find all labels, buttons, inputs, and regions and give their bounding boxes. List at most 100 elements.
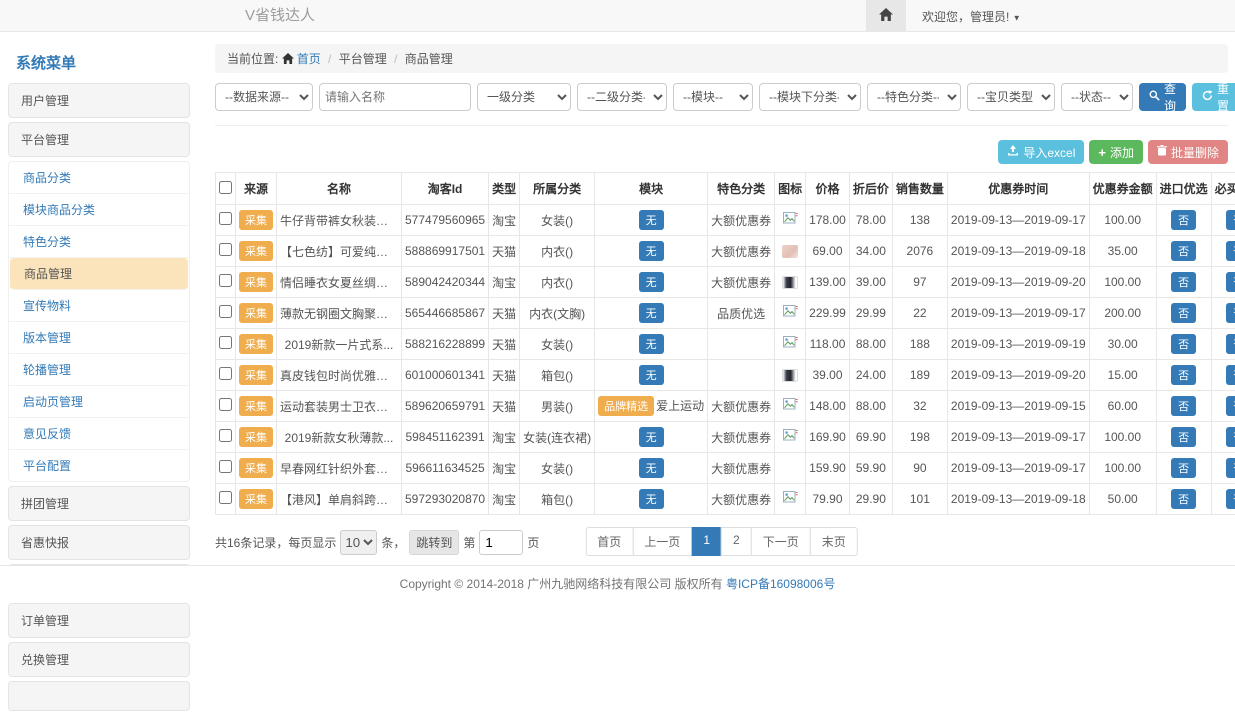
must-buy-toggle[interactable]: 否 — [1226, 365, 1235, 385]
sidebar-item[interactable]: 订单管理 — [8, 603, 190, 638]
price-cell: 229.99 — [806, 298, 850, 329]
search-button[interactable]: 查询 — [1139, 83, 1186, 111]
must-buy-toggle[interactable]: 否 — [1226, 272, 1235, 292]
page-nav-button[interactable]: 首页 — [585, 527, 633, 556]
import-select-toggle[interactable]: 否 — [1171, 365, 1196, 385]
filter-source[interactable]: --数据来源-- — [215, 83, 313, 111]
sidebar-submenu: 商品分类模块商品分类特色分类商品管理宣传物料版本管理轮播管理启动页管理意见反馈平… — [8, 161, 190, 482]
name-cell: 2019新款一片式系... — [277, 329, 402, 360]
checkbox-cell — [216, 267, 236, 298]
import-select-toggle[interactable]: 否 — [1171, 427, 1196, 447]
source-cell: 采集 — [236, 236, 277, 267]
import-select-toggle[interactable]: 否 — [1171, 489, 1196, 509]
must-buy-toggle[interactable]: 否 — [1226, 427, 1235, 447]
page-size-select[interactable]: 10 — [340, 530, 377, 555]
coupon-time-cell: 2019-09-13—2019-09-17 — [947, 205, 1089, 236]
source-badge: 采集 — [239, 272, 273, 292]
jump-page-input[interactable] — [479, 530, 523, 555]
must-buy-toggle[interactable]: 否 — [1226, 396, 1235, 416]
import-select-toggle[interactable]: 否 — [1171, 272, 1196, 292]
import-select-toggle[interactable]: 否 — [1171, 458, 1196, 478]
must-buy-toggle[interactable]: 否 — [1226, 489, 1235, 509]
column-header: 优惠券金额 — [1089, 173, 1156, 205]
sidebar-subitem[interactable]: 特色分类 — [9, 226, 189, 258]
sidebar-item[interactable]: 省惠快报 — [8, 525, 190, 560]
import-select-cell: 否 — [1156, 484, 1211, 515]
page-nav-button[interactable]: 末页 — [810, 527, 858, 556]
row-checkbox[interactable] — [219, 336, 232, 349]
batch-delete-button[interactable]: 批量删除 — [1148, 140, 1228, 164]
filter-category-l2[interactable]: --二级分类-- — [577, 83, 667, 111]
import-select-toggle[interactable]: 否 — [1171, 241, 1196, 261]
page-nav-button[interactable]: 下一页 — [751, 527, 811, 556]
page-number-button[interactable]: 1 — [691, 527, 722, 556]
sidebar-subitem[interactable]: 平台配置 — [9, 450, 189, 481]
sidebar-subitem[interactable]: 模块商品分类 — [9, 194, 189, 226]
sidebar-item[interactable]: 平台管理 — [8, 122, 190, 157]
breadcrumb-item: 平台管理 — [339, 52, 387, 66]
sidebar-item[interactable]: 兑换管理 — [8, 642, 190, 677]
sidebar-subitem[interactable]: 轮播管理 — [9, 354, 189, 386]
sidebar-subitem[interactable]: 宣传物料 — [9, 290, 189, 322]
filter-category-l1[interactable]: 一级分类 — [477, 83, 571, 111]
module-cell: 无 — [595, 298, 708, 329]
row-checkbox[interactable] — [219, 460, 232, 473]
row-checkbox[interactable] — [219, 491, 232, 504]
row-checkbox[interactable] — [219, 305, 232, 318]
home-button[interactable] — [866, 0, 906, 32]
sidebar-item[interactable]: 拼团管理 — [8, 486, 190, 521]
must-buy-toggle[interactable]: 否 — [1226, 458, 1235, 478]
jump-button[interactable]: 跳转到 — [409, 530, 459, 555]
add-button[interactable]: + 添加 — [1089, 140, 1143, 164]
filter-feature[interactable]: --特色分类-- — [867, 83, 961, 111]
row-checkbox[interactable] — [219, 398, 232, 411]
checkbox-cell — [216, 298, 236, 329]
total-records-text: 共16条记录，每页显示 — [215, 534, 336, 551]
icp-link[interactable]: 粤ICP备16098006号 — [726, 575, 835, 592]
products-table: 来源名称淘客Id类型所属分类模块特色分类图标价格折后价销售数量优惠券时间优惠券金… — [215, 172, 1235, 515]
row-checkbox[interactable] — [219, 367, 232, 380]
sidebar-item[interactable] — [8, 681, 190, 711]
breadcrumb-home-link[interactable]: 首页 — [282, 52, 324, 66]
sidebar-subitem[interactable]: 商品管理 — [10, 258, 188, 290]
coupon-time-cell: 2019-09-13—2019-09-17 — [947, 422, 1089, 453]
must-buy-toggle[interactable]: 否 — [1226, 210, 1235, 230]
taoke-id-cell: 598451162391 — [402, 422, 489, 453]
column-header: 所属分类 — [520, 173, 595, 205]
reset-button[interactable]: 重置 — [1192, 83, 1235, 111]
filter-status[interactable]: --状态-- — [1061, 83, 1133, 111]
sidebar-subitem[interactable]: 启动页管理 — [9, 386, 189, 418]
row-checkbox[interactable] — [219, 274, 232, 287]
category-cell: 男装() — [520, 391, 595, 422]
import-excel-button[interactable]: 导入excel — [998, 140, 1084, 164]
product-name: 早春网红针织外套女春... — [280, 460, 398, 477]
checkbox-cell — [216, 329, 236, 360]
row-checkbox[interactable] — [219, 243, 232, 256]
category-cell: 女装(连衣裙) — [520, 422, 595, 453]
select-all-checkbox[interactable] — [219, 181, 232, 194]
coupon-amount-cell: 35.00 — [1089, 236, 1156, 267]
sidebar-item[interactable]: 用户管理 — [8, 83, 190, 118]
page-number-button[interactable]: 2 — [721, 527, 752, 556]
import-select-toggle[interactable]: 否 — [1171, 303, 1196, 323]
row-checkbox[interactable] — [219, 212, 232, 225]
page-nav-button[interactable]: 上一页 — [632, 527, 692, 556]
sidebar-subitem[interactable]: 意见反馈 — [9, 418, 189, 450]
import-select-toggle[interactable]: 否 — [1171, 334, 1196, 354]
name-search-input[interactable] — [319, 83, 471, 111]
filter-item-type[interactable]: --宝贝类型-- — [967, 83, 1055, 111]
must-buy-cell: 否 — [1211, 360, 1235, 391]
filter-module[interactable]: --模块-- — [673, 83, 753, 111]
import-select-toggle[interactable]: 否 — [1171, 396, 1196, 416]
sidebar-subitem[interactable]: 版本管理 — [9, 322, 189, 354]
must-buy-toggle[interactable]: 否 — [1226, 303, 1235, 323]
sidebar-subitem[interactable]: 商品分类 — [9, 162, 189, 194]
import-select-toggle[interactable]: 否 — [1171, 210, 1196, 230]
module-badge: 无 — [639, 489, 664, 509]
user-menu[interactable]: 欢迎您，管理员! ▼ — [922, 8, 1021, 25]
feature-cell: 大额优惠券 — [708, 484, 775, 515]
must-buy-toggle[interactable]: 否 — [1226, 334, 1235, 354]
must-buy-toggle[interactable]: 否 — [1226, 241, 1235, 261]
row-checkbox[interactable] — [219, 429, 232, 442]
filter-module-sub[interactable]: --模块下分类-- — [759, 83, 861, 111]
